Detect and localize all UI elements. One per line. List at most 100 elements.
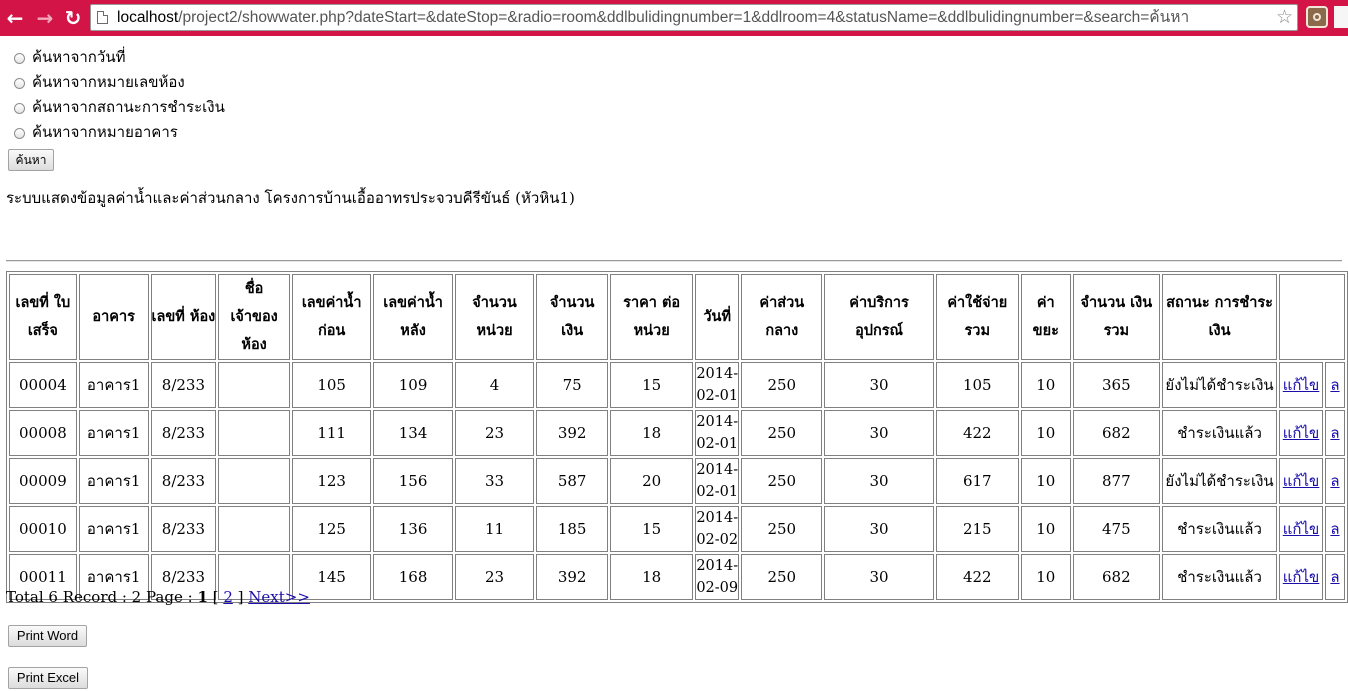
delete-link[interactable]: ล (1330, 520, 1339, 538)
cell-payment-status: ยังไม่ได้ชำระเงิน (1162, 458, 1278, 504)
cell-equipment-fee: 30 (824, 554, 934, 600)
col-payment-status: สถานะ การชำระเงิน (1162, 274, 1278, 360)
radio-search-by-room[interactable]: ค้นหาจากหมายเลขห้อง (14, 71, 185, 93)
cell-grand-total: 682 (1072, 410, 1161, 456)
col-equipment-fee: ค่าบริการ อุปกรณ์ (824, 274, 934, 360)
print-word-button[interactable]: Print Word (8, 625, 87, 647)
delete-link[interactable]: ล (1330, 424, 1339, 442)
cell-total-expense: 105 (935, 362, 1019, 408)
search-button[interactable]: ค้นหา (8, 149, 54, 171)
page-2-link[interactable]: 2 (223, 588, 233, 606)
cell-amount: 185 (536, 506, 608, 552)
pagination: Total 6 Record : 2 Page : 1 [ 2 ] Next>> (6, 588, 310, 606)
cell-equipment-fee: 30 (824, 458, 934, 504)
col-actions (1279, 274, 1345, 360)
cell-extra-link: ล (1324, 362, 1345, 408)
reload-icon[interactable]: ↻ (60, 6, 86, 30)
cell-common-fee: 250 (741, 554, 823, 600)
table-row: 00009 อาคาร1 8/233 123 156 33 587 20 2014- 02-01 2… (9, 458, 1345, 504)
date-month-day: 02-09 (696, 580, 739, 596)
cell-building: อาคาร1 (78, 458, 149, 504)
cell-total-expense: 422 (935, 554, 1019, 600)
edit-link[interactable]: แก้ไข (1283, 376, 1320, 394)
cell-total-expense: 617 (935, 458, 1019, 504)
back-arrow-icon[interactable]: ← (2, 6, 28, 30)
radio-search-by-status[interactable]: ค้นหาจากสถานะการชำระเงิน (14, 96, 225, 118)
cell-garbage-fee: 10 (1020, 458, 1071, 504)
date-month-day: 02-02 (696, 532, 739, 548)
cell-edit-link: แก้ไข (1279, 506, 1323, 552)
cell-equipment-fee: 30 (824, 410, 934, 456)
bookmark-star-icon[interactable]: ☆ (1276, 6, 1293, 29)
cell-meter-after: 109 (373, 362, 453, 408)
date-year: 2014- (696, 366, 739, 382)
page-icon (97, 11, 108, 24)
cell-date: 2014- 02-01 (695, 410, 740, 456)
cell-meter-after: 136 (373, 506, 453, 552)
cell-total-expense: 422 (935, 410, 1019, 456)
radio-button[interactable] (14, 103, 25, 114)
delete-link[interactable]: ล (1330, 472, 1339, 490)
radio-button[interactable] (14, 78, 25, 89)
cell-equipment-fee: 30 (824, 362, 934, 408)
cell-amount: 392 (536, 410, 608, 456)
cell-edit-link: แก้ไข (1279, 458, 1323, 504)
browser-toolbar: ← → ↻ localhost/project2/showwater.php?d… (0, 0, 1348, 36)
cell-owner-name (218, 458, 290, 504)
edit-link[interactable]: แก้ไข (1283, 568, 1320, 586)
cell-receipt-no: 00004 (9, 362, 77, 408)
cell-building: อาคาร1 (78, 410, 149, 456)
cell-meter-after: 168 (373, 554, 453, 600)
cell-garbage-fee: 10 (1020, 554, 1071, 600)
next-page-link[interactable]: Next>> (248, 588, 310, 606)
page-title: ระบบแสดงข้อมูลค่าน้ำและค่าส่วนกลาง โครงก… (6, 189, 575, 207)
cell-meter-after: 156 (373, 458, 453, 504)
col-amount: จำนวน เงิน (536, 274, 608, 360)
table-row: 00010 อาคาร1 8/233 125 136 11 185 15 2014- 02-02 2… (9, 506, 1345, 552)
print-excel-button[interactable]: Print Excel (8, 667, 88, 689)
radio-search-by-building[interactable]: ค้นหาจากหมายอาคาร (14, 121, 178, 143)
cell-owner-name (218, 362, 290, 408)
cell-garbage-fee: 10 (1020, 410, 1071, 456)
cell-common-fee: 250 (741, 506, 823, 552)
cell-date: 2014- 02-01 (695, 458, 740, 504)
menu-edge[interactable] (1334, 6, 1348, 28)
cell-extra-link: ล (1324, 458, 1345, 504)
edit-link[interactable]: แก้ไข (1283, 424, 1320, 442)
date-month-day: 02-01 (696, 436, 739, 452)
cell-building: อาคาร1 (78, 506, 149, 552)
delete-link[interactable]: ล (1330, 568, 1339, 586)
cell-room-no: 8/233 (150, 458, 217, 504)
forward-arrow-icon[interactable]: → (32, 6, 58, 30)
delete-link[interactable]: ล (1330, 376, 1339, 394)
radio-button[interactable] (14, 53, 25, 64)
cell-unit-price: 18 (609, 554, 694, 600)
cell-payment-status: ชำระเงินแล้ว (1162, 554, 1278, 600)
camera-extension-icon[interactable] (1306, 6, 1328, 28)
cell-amount: 392 (536, 554, 608, 600)
cell-room-no: 8/233 (150, 506, 217, 552)
water-bill-table: เลขที่ ใบเสร็จ อาคาร เลขที่ ห้อง ชื่อ เจ… (6, 271, 1348, 603)
cell-unit-price: 15 (609, 362, 694, 408)
edit-link[interactable]: แก้ไข (1283, 520, 1320, 538)
cell-garbage-fee: 10 (1020, 362, 1071, 408)
cell-unit-price: 18 (609, 410, 694, 456)
cell-common-fee: 250 (741, 458, 823, 504)
table-row: 00008 อาคาร1 8/233 111 134 23 392 18 2014- 02-01 2… (9, 410, 1345, 456)
date-year: 2014- (696, 558, 739, 574)
divider (6, 260, 1342, 262)
date-month-day: 02-01 (696, 388, 739, 404)
col-owner-name: ชื่อ เจ้าของห้อง (218, 274, 290, 360)
cell-extra-link: ล (1324, 506, 1345, 552)
address-bar[interactable]: localhost/project2/showwater.php?dateSta… (90, 4, 1298, 31)
cell-edit-link: แก้ไข (1279, 554, 1323, 600)
col-meter-before: เลขค่าน้ำ ก่อน (291, 274, 372, 360)
url-text[interactable]: localhost/project2/showwater.php?dateSta… (117, 5, 1267, 30)
radio-search-by-date[interactable]: ค้นหาจากวันที่ (14, 46, 125, 68)
cell-payment-status: ชำระเงินแล้ว (1162, 410, 1278, 456)
date-year: 2014- (696, 510, 739, 526)
radio-button[interactable] (14, 128, 25, 139)
cell-payment-status: ชำระเงินแล้ว (1162, 506, 1278, 552)
edit-link[interactable]: แก้ไข (1283, 472, 1320, 490)
date-year: 2014- (696, 462, 739, 478)
